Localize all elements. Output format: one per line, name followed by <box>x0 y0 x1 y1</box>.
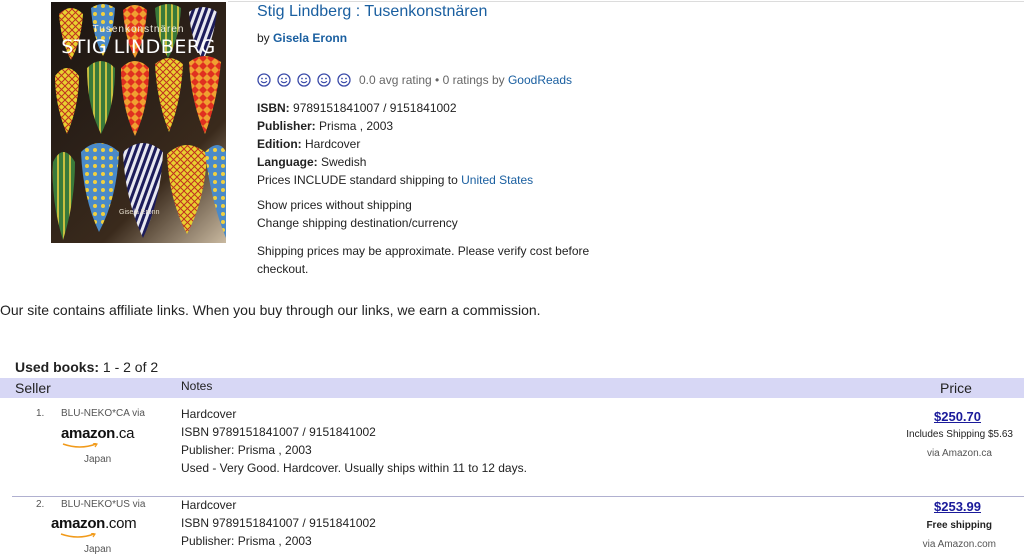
book-cover-image[interactable]: Tusenkonstnären STIG LINDBERG Gisela Ero… <box>51 2 226 243</box>
language-value: Swedish <box>321 155 367 169</box>
language-label: Language: <box>257 155 318 169</box>
top-divider <box>228 1 1024 2</box>
binding: Hardcover <box>181 498 237 512</box>
shipping-line: Prices INCLUDE standard shipping to Unit… <box>257 173 533 187</box>
isbn-label: ISBN: <box>257 101 290 115</box>
results-table-header: Seller Notes Price <box>0 378 1024 398</box>
smiley-face-icon <box>257 73 271 87</box>
shipping-info: Includes Shipping $5.63 <box>906 429 1013 440</box>
amazon-com-logo[interactable]: amazon.com <box>51 515 137 532</box>
row-number: 1. <box>36 408 45 419</box>
logo-wordmark: amazon <box>61 425 116 442</box>
by-label: by <box>257 31 270 45</box>
amazon-smile-icon <box>62 443 98 448</box>
author-link[interactable]: Gisela Eronn <box>273 31 347 45</box>
via-source: via Amazon.com <box>922 539 996 550</box>
smiley-face-icon <box>337 73 351 87</box>
row-notes: Hardcover ISBN 9789151841007 / 915184100… <box>181 496 376 550</box>
change-shipping-destination-link[interactable]: Change shipping destination/currency <box>257 216 458 230</box>
amazon-smile-icon <box>60 533 96 538</box>
publisher-value: Prisma , 2003 <box>319 119 394 133</box>
byline: by Gisela Eronn <box>257 31 347 45</box>
used-books-range: 1 - 2 of 2 <box>102 359 159 375</box>
isbn-line: ISBN: 9789151841007 / 9151841002 <box>257 101 457 115</box>
goodreads-link[interactable]: GoodReads <box>508 73 572 87</box>
affiliate-disclosure: Our site contains affiliate links. When … <box>0 302 541 318</box>
isbn: ISBN 9789151841007 / 9151841002 <box>181 425 376 439</box>
isbn-value: 9789151841007 / 9151841002 <box>293 101 457 115</box>
column-header-notes: Notes <box>181 379 213 393</box>
edition-label: Edition: <box>257 137 302 151</box>
column-header-price: Price <box>940 380 972 396</box>
amazon-ca-logo[interactable]: amazon.ca <box>61 425 134 442</box>
rating-row: 0.0 avg rating • 0 ratings by GoodReads <box>257 71 572 89</box>
logo-domain: .ca <box>115 425 135 442</box>
edition-value: Hardcover <box>305 137 361 151</box>
smiley-face-icon <box>277 73 291 87</box>
seller-name: BLU-NEKO*US via <box>61 499 146 510</box>
shipping-text: Prices INCLUDE standard shipping to <box>257 173 458 187</box>
logo-domain: .com <box>105 515 137 532</box>
cover-subtitle: Tusenkonstnären <box>92 24 185 35</box>
price-link[interactable]: $250.70 <box>934 409 981 424</box>
shipping-info: Free shipping <box>926 520 992 531</box>
condition: Used - Very Good. Hardcover. Usually shi… <box>181 461 527 475</box>
language-line: Language: Swedish <box>257 155 366 169</box>
price-link[interactable]: $253.99 <box>934 499 981 514</box>
publisher: Publisher: Prisma , 2003 <box>181 534 312 548</box>
used-books-heading: Used books: 1 - 2 of 2 <box>15 359 158 375</box>
rating-summary: 0.0 avg rating • 0 ratings by GoodReads <box>359 73 572 87</box>
book-title[interactable]: Stig Lindberg : Tusenkonstnären <box>257 3 487 21</box>
column-header-seller: Seller <box>15 380 51 396</box>
rating-text: 0.0 avg rating • 0 ratings by <box>359 73 505 87</box>
seller-country: Japan <box>84 454 112 465</box>
isbn: ISBN 9789151841007 / 9151841002 <box>181 516 376 530</box>
publisher-label: Publisher: <box>257 119 316 133</box>
binding: Hardcover <box>181 407 237 421</box>
cover-publisher-mark: Gisela Eronn <box>119 209 160 216</box>
cover-title: STIG LINDBERG <box>61 36 216 58</box>
edition-line: Edition: Hardcover <box>257 137 360 151</box>
shipping-country-link[interactable]: United States <box>461 173 533 187</box>
publisher: Publisher: Prisma , 2003 <box>181 443 312 457</box>
logo-wordmark: amazon <box>51 515 106 532</box>
shipping-approximate-note: Shipping prices may be approximate. Plea… <box>257 244 590 276</box>
seller-name: BLU-NEKO*CA via <box>61 408 145 419</box>
smiley-face-icon <box>297 73 311 87</box>
show-prices-without-shipping-link[interactable]: Show prices without shipping <box>257 198 412 212</box>
seller-country: Japan <box>84 544 112 555</box>
row-notes: Hardcover ISBN 9789151841007 / 915184100… <box>181 405 527 477</box>
row-divider <box>12 496 1024 497</box>
row-number: 2. <box>36 499 45 510</box>
smiley-face-icon <box>317 73 331 87</box>
via-source: via Amazon.ca <box>926 448 992 459</box>
publisher-line: Publisher: Prisma , 2003 <box>257 119 393 133</box>
used-books-label: Used books: <box>15 359 100 375</box>
